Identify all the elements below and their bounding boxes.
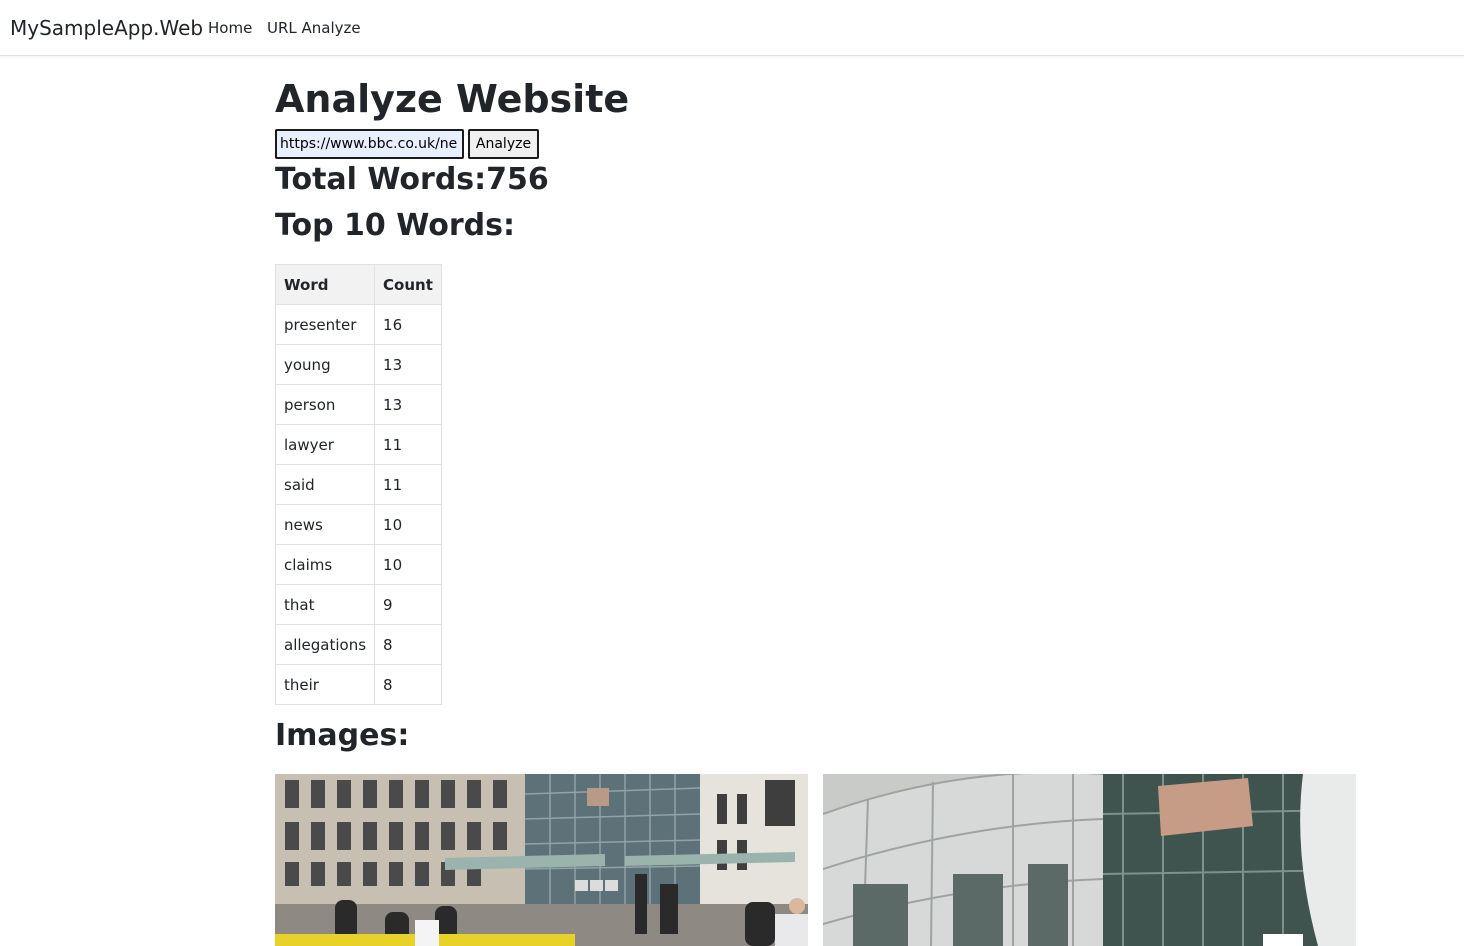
table-row: their 8: [274, 664, 442, 705]
nav-link-home[interactable]: Home: [208, 19, 252, 37]
word-cell: lawyer: [274, 424, 376, 465]
top-words-heading: Top 10 Words:: [275, 208, 515, 243]
bbc-courtyard-image: [275, 774, 808, 946]
count-cell: 10: [374, 504, 442, 545]
count-cell: 10: [374, 544, 442, 585]
table-row: lawyer 11: [274, 424, 442, 465]
top-navbar: MySampleApp.Web Home URL Analyze: [0, 0, 1464, 56]
count-cell: 8: [374, 624, 442, 665]
brand-link[interactable]: MySampleApp.Web: [10, 16, 203, 40]
word-cell: allegations: [274, 624, 376, 665]
table-row: allegations 8: [274, 624, 442, 665]
word-cell: said: [274, 464, 376, 505]
word-cell: claims: [274, 544, 376, 585]
count-cell: 16: [374, 304, 442, 345]
page-title: Analyze Website: [275, 77, 630, 121]
table-row: news 10: [274, 504, 442, 545]
table-header-row: Word Count: [274, 264, 442, 305]
word-cell: presenter: [274, 304, 376, 345]
count-cell: 8: [374, 664, 442, 705]
count-cell: 13: [374, 384, 442, 425]
analyze-button[interactable]: Analyze: [468, 129, 539, 159]
table-row: young 13: [274, 344, 442, 385]
word-cell: person: [274, 384, 376, 425]
table-row: presenter 16: [274, 304, 442, 345]
images-heading: Images:: [275, 718, 410, 753]
table-row: claims 10: [274, 544, 442, 585]
top-words-table: Word Count presenter 16 young 13 person …: [274, 264, 442, 705]
bbc-facade-image: [823, 774, 1356, 946]
header-word: Word: [274, 264, 376, 305]
count-cell: 9: [374, 584, 442, 625]
count-cell: 11: [374, 464, 442, 505]
word-cell: their: [274, 664, 376, 705]
word-cell: young: [274, 344, 376, 385]
table-row: that 9: [274, 584, 442, 625]
word-cell: that: [274, 584, 376, 625]
bbc-facade-photo: [823, 774, 1356, 946]
bbc-sign: [575, 880, 618, 891]
bbc-courtyard-photo: [275, 774, 808, 946]
url-input[interactable]: [275, 129, 464, 159]
nav-link-url-analyze[interactable]: URL Analyze: [267, 19, 361, 37]
header-count: Count: [374, 264, 442, 305]
total-words-heading: Total Words:756: [275, 162, 549, 197]
table-row: said 11: [274, 464, 442, 505]
word-cell: news: [274, 504, 376, 545]
table-row: person 13: [274, 384, 442, 425]
count-cell: 13: [374, 344, 442, 385]
count-cell: 11: [374, 424, 442, 465]
